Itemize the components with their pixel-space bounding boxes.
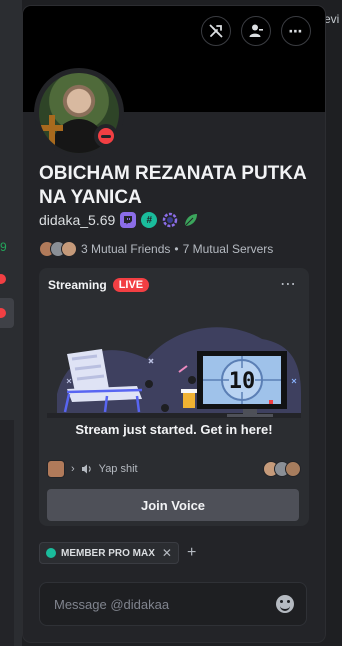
- message-box: [39, 582, 307, 626]
- emoji-icon[interactable]: [276, 595, 294, 613]
- streaming-label: Streaming: [48, 278, 107, 292]
- message-input[interactable]: [52, 595, 276, 613]
- leaf-badge-icon[interactable]: [183, 212, 199, 228]
- user-profile-popout: ⋯ OBICHAM REZANATA PUTKA NA YANICA didak…: [23, 6, 325, 642]
- voice-channel-row: › Yap shit: [47, 459, 301, 479]
- no-voice-button[interactable]: [201, 16, 231, 46]
- voice-participants[interactable]: [263, 461, 301, 477]
- stream-illustration: 10: [47, 304, 301, 418]
- role-color-dot: [46, 548, 56, 558]
- role-name: MEMBER PRO MAX: [61, 547, 155, 559]
- stream-card: Streaming LIVE ⋯ 10 Stream just started.…: [39, 268, 309, 526]
- tv-icon: 10: [197, 351, 287, 417]
- background-panel: [0, 420, 14, 646]
- mutual-servers[interactable]: 7 Mutual Servers: [183, 242, 274, 256]
- mutuals-row[interactable]: 3 Mutual Friends • 7 Mutual Servers: [39, 240, 273, 258]
- hypesquad-badge-icon[interactable]: #: [141, 212, 158, 228]
- join-voice-button[interactable]: Join Voice: [47, 489, 299, 521]
- add-friend-button[interactable]: [241, 16, 271, 46]
- roles-row: MEMBER PRO MAX ✕ +: [39, 542, 196, 564]
- mutual-avatars: [39, 241, 77, 257]
- add-friend-icon: [249, 24, 263, 37]
- stream-more-icon[interactable]: ⋯: [280, 274, 297, 294]
- stream-header: Streaming LIVE: [48, 278, 150, 292]
- live-badge: LIVE: [112, 278, 150, 292]
- nitro-badge-icon[interactable]: [162, 212, 178, 228]
- no-voice-icon: [209, 24, 223, 38]
- background-peek-number: 9: [0, 240, 7, 254]
- server-icon: [47, 460, 65, 478]
- chevron-right-icon: ›: [71, 463, 75, 475]
- more-options-button[interactable]: ⋯: [281, 16, 311, 46]
- dnd-status-icon: [94, 124, 118, 148]
- display-name: OBICHAM REZANATA PUTKA NA YANICA: [39, 163, 307, 208]
- stream-message: Stream just started. Get in here!: [75, 422, 273, 437]
- add-role-icon[interactable]: +: [187, 544, 196, 562]
- voice-channel-name[interactable]: Yap shit: [99, 463, 138, 475]
- background-peek-text: evi: [324, 12, 340, 26]
- username[interactable]: didaka_5.69: [39, 212, 115, 228]
- speaker-icon: [81, 464, 91, 474]
- twitch-badge-icon[interactable]: [120, 212, 137, 228]
- more-icon: ⋯: [288, 22, 304, 39]
- countdown-text: 10: [229, 369, 256, 394]
- role-pill[interactable]: MEMBER PRO MAX ✕: [39, 542, 179, 564]
- mutual-friends[interactable]: 3 Mutual Friends: [81, 242, 170, 256]
- separator-dot: •: [174, 242, 179, 256]
- remove-role-icon[interactable]: ✕: [162, 546, 172, 560]
- username-row: didaka_5.69 #: [39, 210, 199, 230]
